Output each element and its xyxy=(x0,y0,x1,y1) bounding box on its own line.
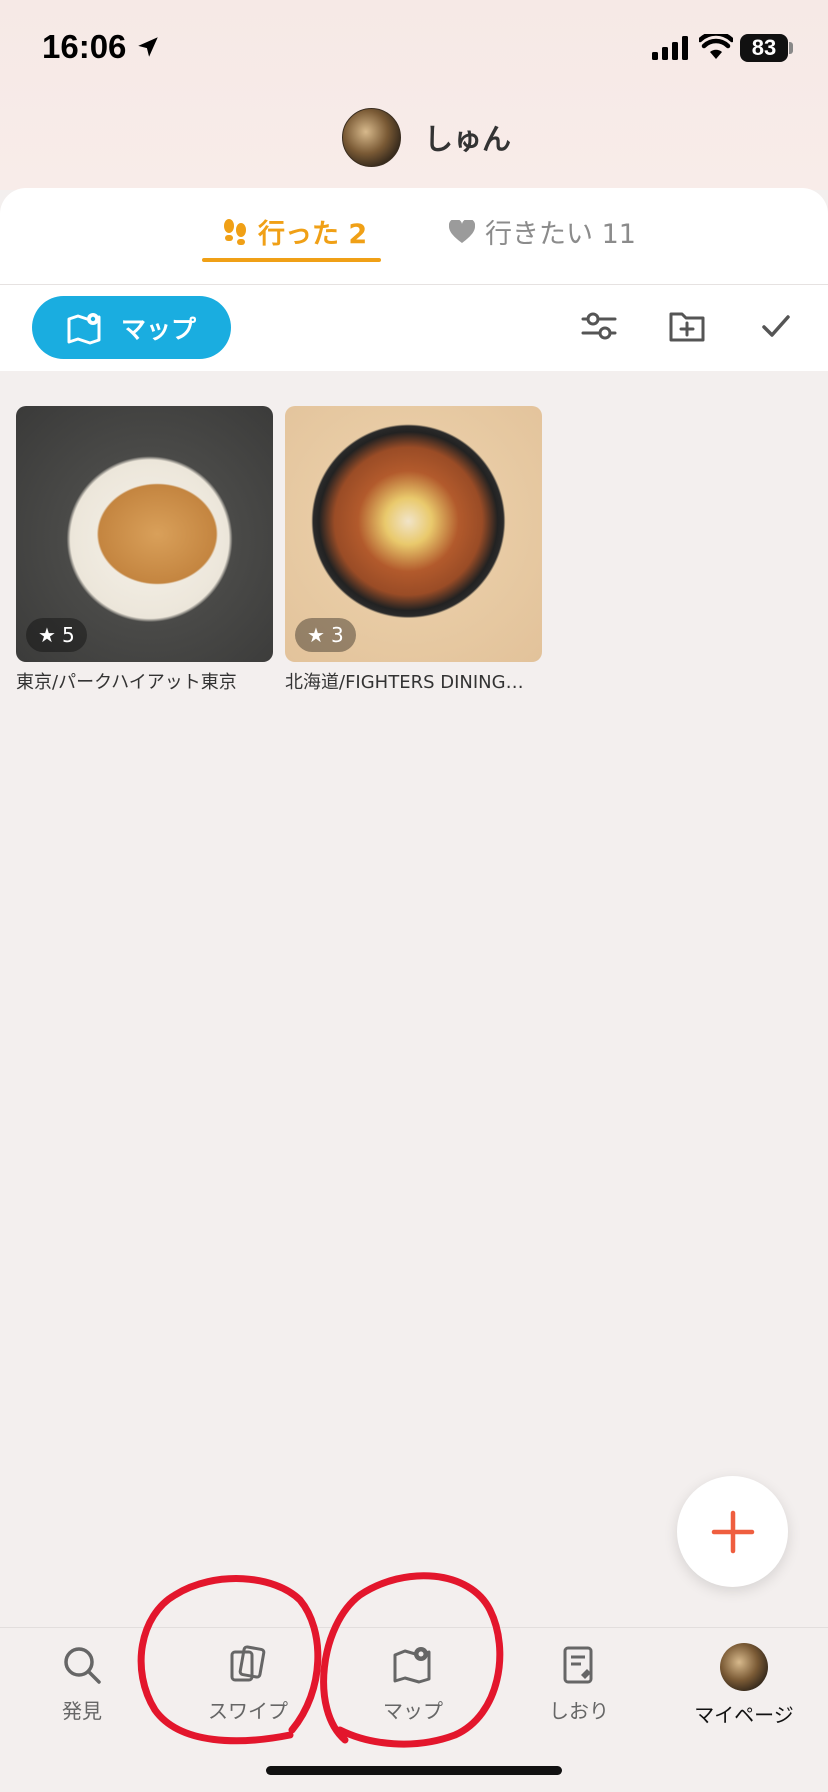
rating-value: 5 xyxy=(61,623,75,647)
tabs-bar: 行った 2 行きたい 11 xyxy=(0,188,828,285)
place-photo[interactable]: ★ 5 xyxy=(16,406,273,662)
status-time: 16:06 xyxy=(42,28,127,65)
tab-want-label: 行きたい 11 xyxy=(485,219,636,250)
place-card[interactable]: ★ 3 北海道/FIGHTERS DINING… xyxy=(285,406,542,694)
location-arrow-icon xyxy=(138,37,158,57)
active-tab-underline xyxy=(202,258,381,262)
battery-indicator: 83 xyxy=(740,34,788,62)
map-pin-icon xyxy=(393,1647,431,1684)
home-indicator xyxy=(266,1766,562,1775)
profile-avatar[interactable] xyxy=(342,108,401,167)
filter-sliders-icon[interactable] xyxy=(579,306,619,346)
footprints-icon xyxy=(224,218,246,245)
tab-visited-label: 行った 2 xyxy=(258,219,368,250)
tab-visited[interactable]: 行った 2 xyxy=(222,212,367,251)
nav-map[interactable]: マップ xyxy=(343,1643,483,1724)
map-pin-icon xyxy=(67,312,101,344)
bookmark-note-icon xyxy=(563,1646,593,1684)
rating-badge: ★ 5 xyxy=(26,618,87,652)
place-card[interactable]: ★ 5 東京/パークハイアット東京 xyxy=(16,406,273,694)
nav-label: しおり xyxy=(549,1699,609,1723)
cards-icon xyxy=(230,1645,266,1682)
nav-label: 発見 xyxy=(62,1699,102,1723)
nav-label: マップ xyxy=(383,1699,443,1723)
select-check-icon[interactable] xyxy=(756,306,796,346)
nav-bookmark[interactable]: しおり xyxy=(509,1643,649,1724)
map-view-label: マップ xyxy=(120,314,196,344)
star-icon: ★ xyxy=(38,623,56,647)
search-icon xyxy=(64,1647,101,1684)
rating-value: 3 xyxy=(330,623,344,647)
nav-label: スワイプ xyxy=(208,1699,288,1723)
cellular-signal-icon xyxy=(652,36,688,60)
plus-icon xyxy=(711,1510,754,1553)
nav-discover[interactable]: 発見 xyxy=(12,1643,152,1724)
add-folder-icon[interactable] xyxy=(667,306,707,346)
wifi-icon xyxy=(699,34,733,59)
add-place-button[interactable] xyxy=(677,1476,788,1587)
avatar xyxy=(720,1643,768,1691)
map-view-button[interactable]: マップ xyxy=(32,296,231,359)
tab-want-to-go[interactable]: 行きたい 11 xyxy=(449,212,636,251)
place-photo[interactable]: ★ 3 xyxy=(285,406,542,662)
nav-mypage[interactable]: マイページ xyxy=(674,1643,814,1728)
rating-badge: ★ 3 xyxy=(295,618,356,652)
heart-icon xyxy=(449,219,475,243)
nav-swipe[interactable]: スワイプ xyxy=(178,1643,318,1724)
battery-nub xyxy=(789,42,793,54)
nav-label: マイページ xyxy=(694,1703,794,1727)
place-caption: 東京/パークハイアット東京 xyxy=(16,672,237,693)
username: しゅん xyxy=(424,122,512,156)
list-toolbar: マップ xyxy=(0,285,828,371)
place-caption: 北海道/FIGHTERS DINING… xyxy=(285,672,524,693)
star-icon: ★ xyxy=(307,623,325,647)
